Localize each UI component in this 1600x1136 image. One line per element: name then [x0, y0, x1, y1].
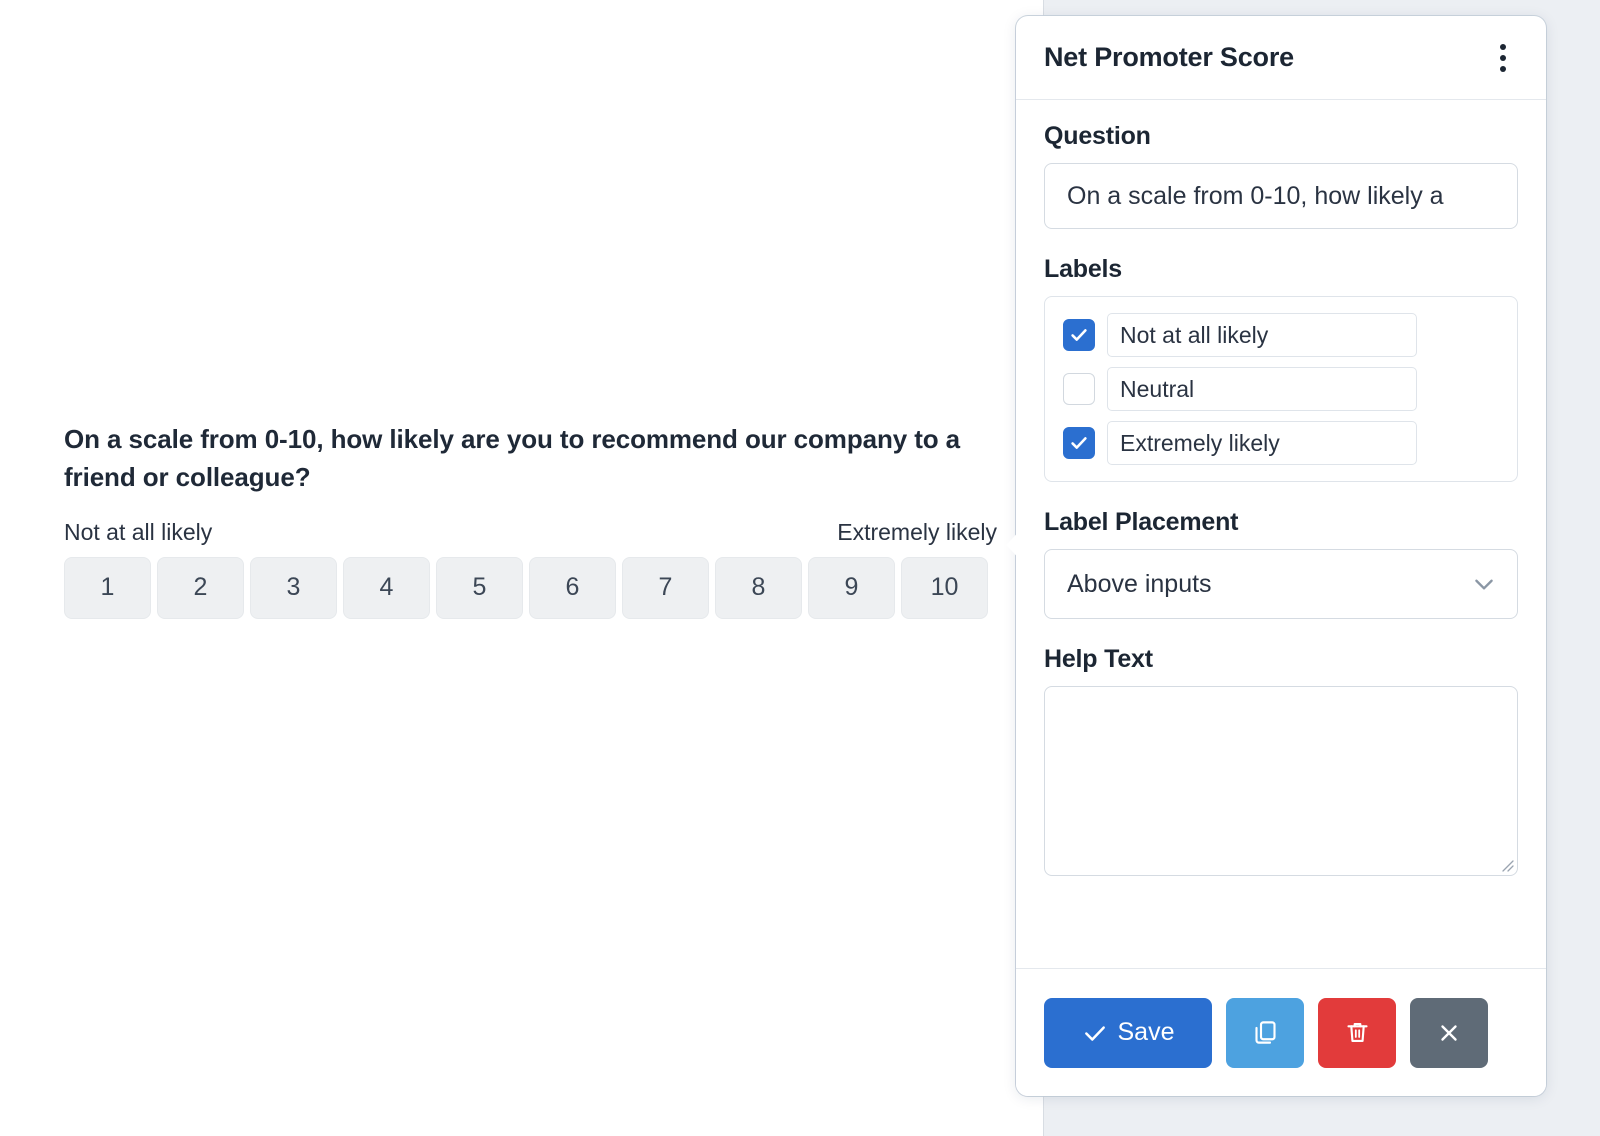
kebab-dot: [1500, 43, 1506, 50]
close-button[interactable]: [1410, 997, 1488, 1068]
check-icon: [1071, 437, 1087, 449]
label-text-input-0[interactable]: Not at all likely: [1107, 313, 1417, 357]
panel-title: Net Promoter Score: [1044, 42, 1294, 72]
label-placement-value: Above inputs: [1067, 569, 1212, 598]
label-text-input-2[interactable]: Extremely likely: [1107, 421, 1417, 465]
check-icon: [1084, 1025, 1105, 1041]
scale-option-10[interactable]: 10: [901, 556, 988, 619]
preview-scale-row: 1 2 3 4 5 6 7 8 9 10: [64, 556, 1043, 619]
label-placement-section: Label Placement Above inputs: [1044, 508, 1518, 619]
app-screen: On a scale from 0-10, how likely are you…: [0, 0, 1600, 1136]
scale-option-2[interactable]: 2: [157, 556, 244, 619]
scale-option-6[interactable]: 6: [529, 556, 616, 619]
label-text-input-1[interactable]: Neutral: [1107, 367, 1417, 411]
chevron-down-icon: [1475, 579, 1493, 590]
check-icon: [1071, 329, 1087, 341]
label-checkbox-1[interactable]: [1063, 373, 1095, 405]
save-button-label: Save: [1117, 1018, 1175, 1046]
kebab-menu-icon[interactable]: [1488, 40, 1518, 76]
panel-body: Question On a scale from 0-10, how likel…: [1016, 100, 1546, 1052]
resize-grip-icon[interactable]: [1498, 856, 1514, 872]
duplicate-button[interactable]: [1226, 997, 1304, 1068]
question-section: Question On a scale from 0-10, how likel…: [1044, 122, 1518, 229]
scale-option-5[interactable]: 5: [436, 556, 523, 619]
question-input[interactable]: On a scale from 0-10, how likely a: [1044, 163, 1518, 229]
scale-option-4[interactable]: 4: [343, 556, 430, 619]
preview-question-text: On a scale from 0-10, how likely are you…: [64, 424, 961, 493]
save-button[interactable]: Save: [1044, 997, 1212, 1068]
label-row: Not at all likely: [1063, 313, 1499, 357]
label-placement-select[interactable]: Above inputs: [1044, 549, 1518, 619]
trash-icon: [1346, 1022, 1368, 1043]
scale-option-9[interactable]: 9: [808, 556, 895, 619]
panel-pointer-caret-fill: [1028, 518, 1038, 572]
labels-label: Labels: [1044, 255, 1122, 283]
form-canvas: On a scale from 0-10, how likely are you…: [0, 0, 1043, 1136]
preview-anchor-right: Extremely likely: [837, 518, 997, 545]
delete-button[interactable]: [1318, 997, 1396, 1068]
preview-anchor-left: Not at all likely: [64, 518, 213, 545]
nps-question-preview[interactable]: On a scale from 0-10, how likely are you…: [64, 420, 1043, 619]
help-text-label: Help Text: [1044, 645, 1153, 673]
preview-anchor-labels: Not at all likely Extremely likely: [64, 519, 997, 549]
panel-footer: Save: [1016, 968, 1546, 1096]
scale-option-8[interactable]: 8: [715, 556, 802, 619]
kebab-dot: [1500, 54, 1506, 61]
copy-icon: [1254, 1021, 1276, 1044]
question-label: Question: [1044, 122, 1151, 150]
settings-panel: Net Promoter Score Question On a scale f…: [1016, 16, 1546, 1096]
label-row: Extremely likely: [1063, 421, 1499, 465]
label-checkbox-0[interactable]: [1063, 319, 1095, 351]
scale-option-1[interactable]: 1: [64, 556, 151, 619]
scale-option-3[interactable]: 3: [250, 556, 337, 619]
help-text-textarea[interactable]: [1044, 686, 1518, 876]
panel-header: Net Promoter Score: [1016, 16, 1546, 100]
label-row: Neutral: [1063, 367, 1499, 411]
label-checkbox-2[interactable]: [1063, 427, 1095, 459]
label-placement-label: Label Placement: [1044, 508, 1239, 536]
help-text-section: Help Text: [1044, 645, 1518, 876]
scale-option-7[interactable]: 7: [622, 556, 709, 619]
kebab-dot: [1500, 65, 1506, 72]
labels-list: Not at all likely Neutral Extremely likely: [1044, 296, 1518, 482]
labels-section: Labels Not at all likely Neutral Extremely…: [1044, 255, 1518, 482]
close-icon: [1441, 1024, 1457, 1041]
